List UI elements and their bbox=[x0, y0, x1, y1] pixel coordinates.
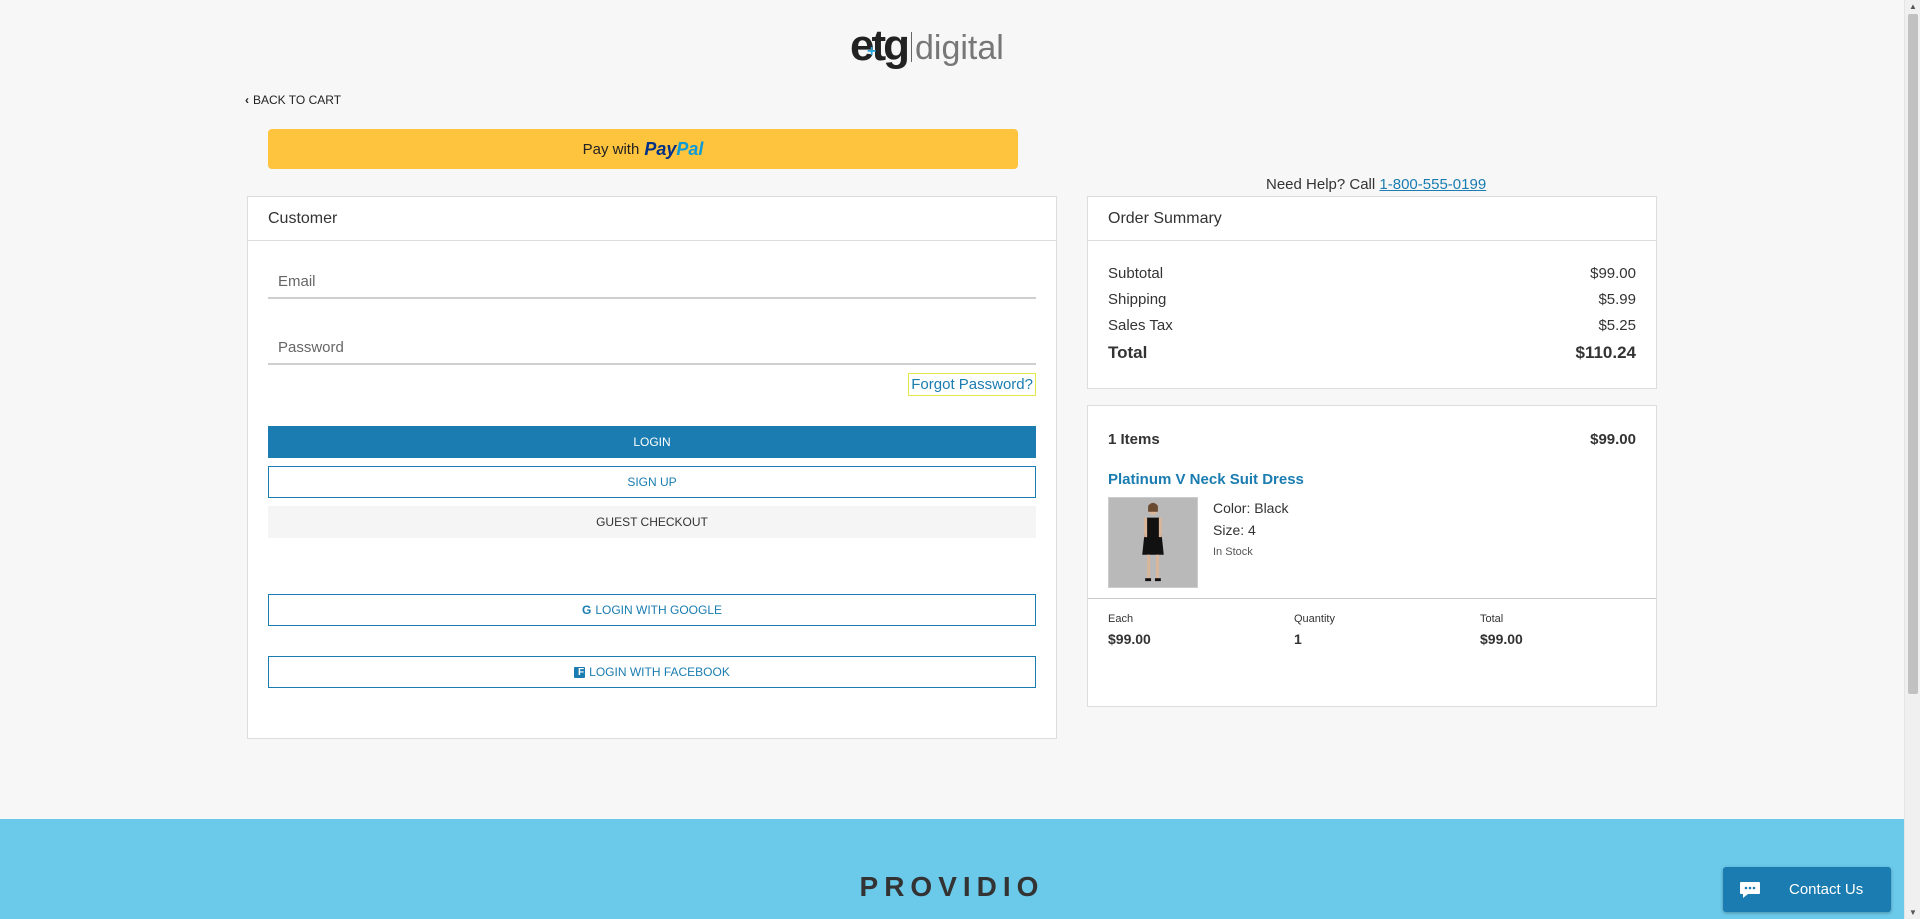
items-header: 1 Items $99.00 bbox=[1108, 431, 1636, 448]
checkout-page: etg + digital ‹ BACK TO CART Pay with Pay… bbox=[0, 0, 1904, 919]
paypal-prefix: Pay with bbox=[582, 140, 640, 158]
login-button[interactable]: LOGIN bbox=[268, 426, 1036, 458]
quantity-label: Quantity bbox=[1294, 613, 1335, 625]
summary-label: Sales Tax bbox=[1108, 317, 1173, 334]
sales-tax-row: Sales Tax $5.25 bbox=[1108, 317, 1636, 334]
password-field[interactable]: Password bbox=[268, 333, 1036, 365]
line-total-value: $99.00 bbox=[1480, 631, 1523, 647]
line-total-column: Total $99.00 bbox=[1480, 613, 1523, 647]
scroll-up-icon[interactable]: ▲ bbox=[1909, 2, 1917, 11]
each-value: $99.00 bbox=[1108, 631, 1151, 647]
summary-value: $5.99 bbox=[1598, 291, 1636, 308]
login-facebook-label: LOGIN WITH FACEBOOK bbox=[589, 665, 730, 679]
forgot-password-link[interactable]: Forgot Password? bbox=[908, 373, 1036, 396]
login-google-button[interactable]: G LOGIN WITH GOOGLE bbox=[268, 594, 1036, 626]
logo-plus-icon: + bbox=[867, 43, 877, 60]
help-phone-link[interactable]: 1-800-555-0199 bbox=[1379, 176, 1486, 193]
back-to-cart-label: BACK TO CART bbox=[253, 93, 342, 107]
product-stock: In Stock bbox=[1213, 546, 1253, 558]
scroll-down-icon[interactable]: ▼ bbox=[1909, 908, 1917, 917]
facebook-icon: f bbox=[574, 666, 586, 678]
product-size: Size: 4 bbox=[1213, 522, 1256, 538]
paypal-logo: PayPal bbox=[644, 138, 704, 159]
product-image[interactable] bbox=[1108, 497, 1198, 588]
customer-title: Customer bbox=[248, 197, 1056, 241]
order-summary-panel: Order Summary Subtotal $99.00 Shipping $… bbox=[1087, 196, 1657, 389]
each-column: Each $99.00 bbox=[1108, 613, 1151, 647]
guest-checkout-button[interactable]: GUEST CHECKOUT bbox=[268, 506, 1036, 538]
contact-us-chat-button[interactable]: Contact Us bbox=[1723, 867, 1891, 912]
login-google-label: LOGIN WITH GOOGLE bbox=[595, 603, 723, 617]
help-prefix: Need Help? Call bbox=[1266, 176, 1376, 193]
line-total-label: Total bbox=[1480, 613, 1504, 625]
summary-label: Subtotal bbox=[1108, 265, 1164, 282]
dress-model-icon bbox=[1109, 498, 1197, 587]
email-field[interactable]: Email bbox=[268, 267, 1036, 299]
help-line: Need Help? Call 1-800-555-0199 bbox=[1266, 176, 1486, 193]
login-facebook-button[interactable]: f LOGIN WITH FACEBOOK bbox=[268, 656, 1036, 688]
paypal-button[interactable]: Pay with PayPal bbox=[268, 129, 1018, 169]
quantity-value: 1 bbox=[1294, 631, 1302, 647]
google-icon: G bbox=[581, 603, 592, 617]
divider bbox=[1088, 598, 1656, 599]
chevron-left-icon: ‹ bbox=[245, 93, 249, 107]
vertical-scrollbar[interactable]: ▲ ▼ bbox=[1904, 0, 1920, 919]
summary-value: $5.25 bbox=[1598, 317, 1636, 334]
sign-up-button[interactable]: SIGN UP bbox=[268, 466, 1036, 498]
product-name-link[interactable]: Platinum V Neck Suit Dress bbox=[1108, 471, 1304, 488]
cart-items-panel: 1 Items $99.00 Platinum V Neck Suit Dres… bbox=[1087, 405, 1657, 707]
order-summary-title: Order Summary bbox=[1088, 197, 1656, 241]
scrollbar-thumb[interactable] bbox=[1908, 14, 1918, 694]
total-row: Total $110.24 bbox=[1108, 343, 1636, 363]
summary-label: Shipping bbox=[1108, 291, 1167, 308]
back-to-cart-link[interactable]: ‹ BACK TO CART bbox=[245, 93, 341, 107]
footer-brand: PROVIDIO bbox=[859, 871, 1045, 902]
customer-panel: Customer Email Password Forgot Password?… bbox=[247, 196, 1057, 739]
subtotal-row: Subtotal $99.00 bbox=[1108, 265, 1636, 282]
chat-bubble-icon bbox=[1740, 881, 1760, 898]
quantity-column: Quantity 1 bbox=[1294, 613, 1335, 647]
product-color: Color: Black bbox=[1213, 500, 1289, 516]
site-logo[interactable]: etg + digital bbox=[850, 16, 1010, 68]
summary-value: $99.00 bbox=[1590, 265, 1636, 282]
total-value: $110.24 bbox=[1575, 343, 1636, 362]
logo-word: digital bbox=[915, 29, 1004, 67]
footer: PROVIDIO bbox=[0, 819, 1904, 919]
contact-us-label: Contact Us bbox=[1789, 881, 1864, 898]
total-label: Total bbox=[1108, 343, 1148, 362]
items-value: $99.00 bbox=[1590, 431, 1636, 448]
each-label: Each bbox=[1108, 613, 1134, 625]
logo-brand: etg + bbox=[850, 24, 910, 68]
shipping-row: Shipping $5.99 bbox=[1108, 291, 1636, 308]
logo-divider bbox=[911, 32, 912, 62]
items-count: 1 Items bbox=[1108, 431, 1160, 448]
